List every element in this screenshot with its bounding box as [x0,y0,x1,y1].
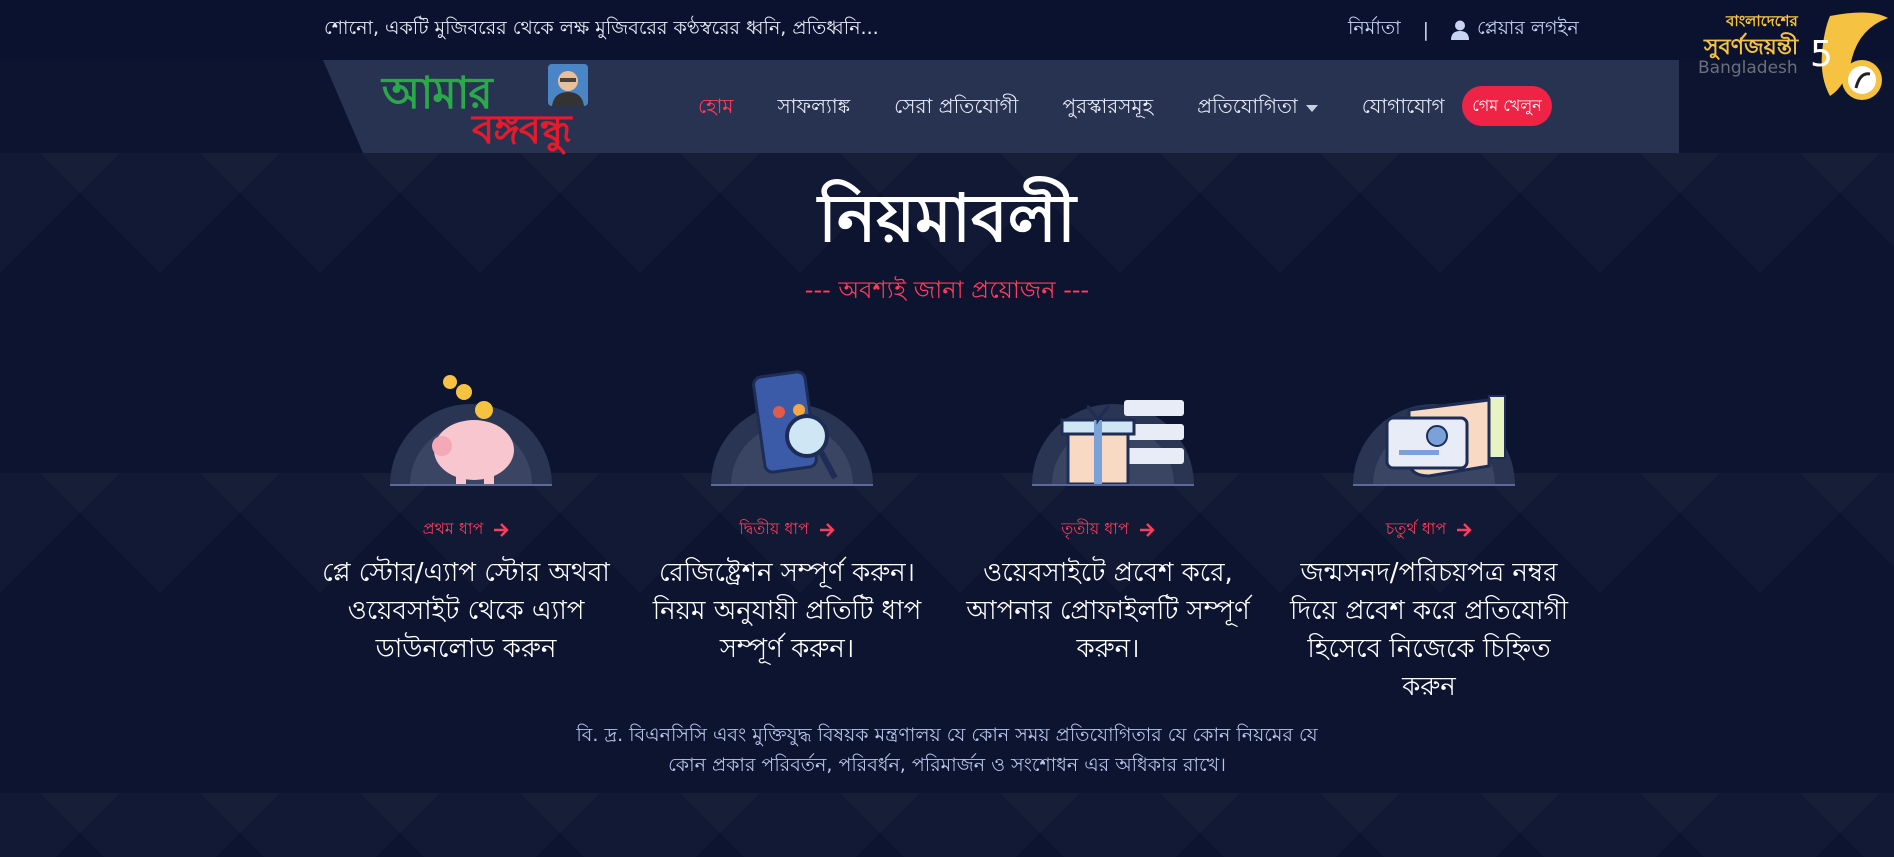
step-label-text: প্রথম ধাপ [422,519,484,538]
arrow-right-icon [494,522,510,537]
top-bar: শোনো, একটি মুজিবরের থেকে লক্ষ মুজিবরের ক… [0,0,1894,60]
nav-achievements-label: সাফল্যাঙ্ক [777,94,851,118]
page-subtitle: --- অবশ্যই জানা প্রয়োজন --- [804,276,1090,304]
top-links: নির্মাতা | প্লেয়ার লগইন [1348,14,1579,46]
nav-top-contestants-label: সেরা প্রতিযোগী [894,94,1019,118]
golden-jubilee-logo: বাংলাদেশের সুবর্ণজয়ন্তী Bangladesh 5 [1696,6,1892,102]
nav-contact[interactable]: যোগাযোগ [1362,92,1445,125]
step-label[interactable]: দ্বিতীয় ধাপ [637,516,937,543]
play-game-button[interactable]: গেম খেলুন [1462,86,1552,126]
step-description: রেজিষ্ট্রেশন সম্পূর্ণ করুন। নিয়ম অনুযায… [652,558,922,664]
jubilee-line3: Bangladesh [1698,58,1798,78]
player-login-label: প্লেয়ার লগইন [1477,17,1579,39]
step-label-text: দ্বিতীয় ধাপ [739,519,809,538]
phone-search-icon [711,370,873,486]
disclaimer-note: বি. দ্র. বিএনসিসি এবং মুক্তিযুদ্ধ বিষয়ক… [576,724,1318,776]
page-title: নিয়মাবলী [818,180,1076,257]
id-card-icon [1353,395,1515,486]
step-label[interactable]: প্রথম ধাপ [316,516,616,543]
step-label-text: চতুর্থ ধাপ [1385,519,1447,538]
nav-prizes-label: পুরস্কারসমূহ [1062,94,1154,118]
marquee-text: শোনো, একটি মুজিবরের থেকে লক্ষ মুজিবরের ক… [324,17,879,39]
main-nav: হোম সাফল্যাঙ্ক সেরা প্রতিযোগী পুরস্কারসম… [698,92,1489,125]
step-label-text: তৃতীয় ধাপ [1061,519,1129,538]
step-description: প্লে স্টোর/এ্যাপ স্টোর অথবা ওয়েবসাইট থে… [322,558,610,664]
step-label[interactable]: তৃতীয় ধাপ [958,516,1258,543]
gift-box-icon [1032,400,1194,486]
jubilee-number: 5 [1810,34,1833,75]
separator: | [1422,19,1430,41]
jubilee-emblem-icon: 5 [1810,12,1888,100]
step-label[interactable]: চতুর্থ ধাপ [1279,516,1579,543]
step-description: ওয়েবসাইটে প্রবেশ করে, আপনার প্রোফাইলটি … [966,558,1250,664]
step-description: জন্মসনদ/পরিচয়পত্র নম্বর দিয়ে প্রবেশ কর… [1289,558,1569,702]
arrow-right-icon [1139,522,1155,537]
nav-top-contestants[interactable]: সেরা প্রতিযোগী [894,92,1018,125]
logo-line2: বঙ্গবন্ধু [472,107,572,153]
nav-competition-dropdown[interactable]: প্রতিযোগিতা [1197,92,1318,125]
nav-home-label: হোম [698,94,734,118]
nav-home[interactable]: হোম [698,92,734,125]
nav-contact-label: যোগাযোগ [1361,94,1445,118]
piggy-bank-icon [390,375,552,486]
nav-achievements[interactable]: সাফল্যাঙ্ক [778,92,851,125]
arrow-right-icon [819,522,835,537]
nav-prizes[interactable]: পুরস্কারসমূহ [1063,92,1154,125]
nav-competition-label: প্রতিযোগিতা [1197,94,1298,118]
arrow-right-icon [1457,522,1472,537]
creator-link[interactable]: নির্মাতা [1348,14,1401,46]
site-logo[interactable]: আমার বঙ্গবন্ধু [380,60,620,153]
user-icon [1451,20,1470,40]
player-login-link[interactable]: প্লেয়ার লগইন [1451,14,1579,46]
chevron-down-icon [1305,105,1318,112]
